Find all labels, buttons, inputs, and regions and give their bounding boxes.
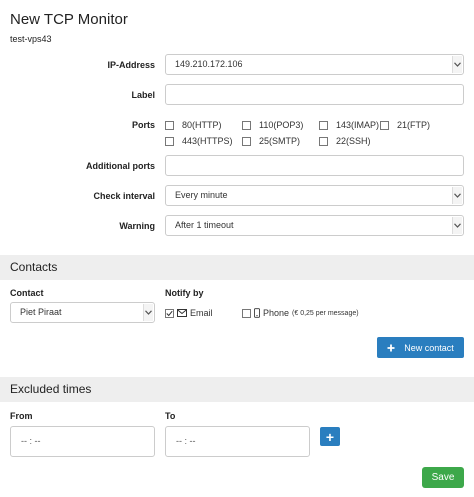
- check-interval-label: Check interval: [93, 191, 155, 201]
- contact-label: Contact: [10, 288, 44, 298]
- checkbox-box[interactable]: [165, 308, 174, 318]
- from-time-value: -- : --: [21, 436, 41, 446]
- warning-value: After 1 timeout: [175, 220, 234, 230]
- contact-value: Piet Piraat: [20, 307, 62, 317]
- from-label: From: [10, 411, 33, 421]
- chevron-down-icon: [452, 187, 462, 204]
- port-143-checkbox[interactable]: 143(IMAP): [319, 120, 379, 130]
- mobile-phone-icon: [254, 308, 260, 318]
- plus-icon: +: [325, 428, 335, 445]
- contact-select[interactable]: Piet Piraat: [10, 302, 155, 323]
- from-time-input[interactable]: -- : --: [10, 426, 155, 457]
- warning-select[interactable]: After 1 timeout: [165, 215, 464, 236]
- to-label: To: [165, 411, 176, 421]
- page-title: New TCP Monitor: [10, 11, 128, 28]
- checkbox-box[interactable]: [319, 120, 328, 130]
- ip-address-select[interactable]: 149.210.172.106: [165, 54, 464, 75]
- to-time-value: -- : --: [176, 436, 196, 446]
- additional-ports-label: Additional ports: [86, 161, 155, 171]
- port-143-label: 143(IMAP): [336, 120, 380, 130]
- port-80-checkbox[interactable]: 80(HTTP): [165, 120, 222, 130]
- chevron-down-icon: [143, 304, 153, 321]
- checkbox-box[interactable]: [242, 120, 251, 130]
- port-21-checkbox[interactable]: 21(FTP): [380, 120, 430, 130]
- plus-icon: [387, 344, 395, 351]
- notify-by-label: Notify by: [165, 288, 204, 298]
- ports-label: Ports: [131, 120, 155, 130]
- checkbox-box[interactable]: [319, 136, 328, 146]
- check-interval-value: Every minute: [175, 190, 228, 200]
- label-input[interactable]: [165, 84, 464, 105]
- chevron-down-icon: [452, 56, 462, 73]
- checkbox-box[interactable]: [380, 120, 389, 130]
- page-subtitle: test-vps43: [10, 34, 52, 44]
- warning-label: Warning: [119, 221, 155, 231]
- check-interval-select[interactable]: Every minute: [165, 185, 464, 206]
- checkbox-box[interactable]: [165, 136, 174, 146]
- port-25-label: 25(SMTP): [259, 136, 301, 146]
- port-110-checkbox[interactable]: 110(POP3): [242, 120, 303, 130]
- additional-ports-input[interactable]: [165, 155, 464, 176]
- new-contact-label: New contact: [404, 342, 454, 353]
- port-80-label: 80(HTTP): [182, 120, 222, 130]
- checkbox-box[interactable]: [165, 120, 174, 130]
- contacts-section-header: Contacts: [0, 255, 474, 280]
- label-label: Label: [131, 90, 155, 100]
- checkbox-box[interactable]: [242, 308, 251, 318]
- notify-phone-checkbox[interactable]: Phone (€ 0,25 per message): [242, 308, 359, 318]
- port-22-checkbox[interactable]: 22(SSH): [319, 136, 371, 146]
- check-icon: [166, 310, 173, 316]
- chevron-down-icon: [452, 217, 462, 234]
- port-443-label: 443(HTTPS): [182, 136, 233, 146]
- envelope-icon: [177, 309, 187, 317]
- ip-address-value: 149.210.172.106: [175, 59, 243, 69]
- notify-email-checkbox[interactable]: Email: [165, 308, 213, 318]
- save-label: Save: [431, 472, 455, 483]
- phone-price-note: (€ 0,25 per message): [292, 309, 359, 317]
- to-time-input[interactable]: -- : --: [165, 426, 310, 457]
- port-25-checkbox[interactable]: 25(SMTP): [242, 136, 300, 146]
- port-21-label: 21(FTP): [397, 120, 431, 130]
- excluded-times-section-header: Excluded times: [0, 377, 474, 402]
- checkbox-box[interactable]: [242, 136, 251, 146]
- port-110-label: 110(POP3): [259, 120, 304, 130]
- email-label: Email: [190, 308, 213, 318]
- ip-address-label: IP-Address: [107, 60, 155, 70]
- port-443-checkbox[interactable]: 443(HTTPS): [165, 136, 233, 146]
- save-button[interactable]: Save: [422, 467, 464, 488]
- add-excluded-time-button[interactable]: +: [320, 427, 340, 446]
- new-contact-button[interactable]: New contact: [377, 337, 464, 358]
- port-22-label: 22(SSH): [336, 136, 371, 146]
- phone-label: Phone: [263, 308, 290, 318]
